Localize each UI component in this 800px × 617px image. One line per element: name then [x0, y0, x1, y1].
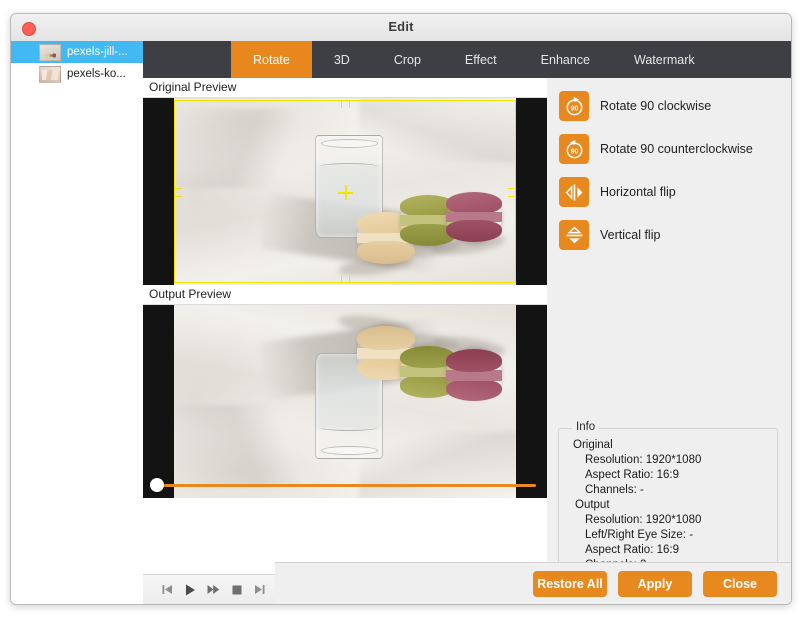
skip-previous-icon — [162, 585, 172, 594]
tab-rotate[interactable]: Rotate — [231, 41, 312, 78]
tab-crop[interactable]: Crop — [372, 41, 443, 78]
tool-label: Horizontal flip — [600, 185, 676, 199]
tools-panel: 90 Rotate 90 clockwise 90 Rotate 90 coun… — [547, 78, 791, 604]
stop-icon — [232, 585, 241, 594]
list-item-file-0[interactable]: pexels-jill-... — [11, 41, 143, 63]
main-panel: Rotate 3D Crop Effect Enhance Watermark … — [143, 41, 791, 604]
restore-all-button[interactable]: Restore All — [533, 570, 607, 597]
play-button[interactable] — [179, 575, 202, 604]
svg-text:90: 90 — [570, 148, 578, 155]
tab-3d[interactable]: 3D — [312, 41, 372, 78]
output-preview-label: Output Preview — [143, 285, 547, 305]
footer-bar: Restore All Apply Close — [275, 562, 791, 604]
tool-label: Rotate 90 counterclockwise — [600, 142, 753, 156]
tool-label: Vertical flip — [600, 228, 661, 242]
file-list-sidebar: pexels-jill-... pexels-ko... — [11, 41, 144, 604]
tab-bar: Rotate 3D Crop Effect Enhance Watermark — [143, 41, 791, 78]
tab-label: Watermark — [634, 52, 695, 67]
title-bar: Edit — [11, 14, 791, 42]
info-output-resolution: Resolution: 1920*1080 — [585, 514, 702, 526]
file-name-label: pexels-jill-... — [67, 46, 128, 58]
fast-forward-icon — [207, 585, 220, 594]
skip-next-button[interactable] — [248, 575, 271, 604]
tab-enhance[interactable]: Enhance — [519, 41, 612, 78]
original-preview-image — [174, 98, 516, 285]
info-output-aspect-ratio: Aspect Ratio: 16:9 — [585, 544, 679, 556]
info-output-heading: Output — [575, 499, 610, 511]
tab-effect[interactable]: Effect — [443, 41, 519, 78]
tab-label: 3D — [333, 52, 350, 67]
tab-label: Enhance — [540, 52, 591, 67]
info-original-channels: Channels: - — [585, 484, 644, 496]
tab-label: Crop — [393, 52, 421, 67]
rotate-90-counterclockwise-button[interactable]: 90 Rotate 90 counterclockwise — [559, 134, 791, 164]
play-icon — [186, 584, 195, 595]
tab-label: Effect — [464, 52, 497, 67]
original-preview-stage[interactable] — [143, 98, 547, 285]
rotate-tool-list: 90 Rotate 90 clockwise 90 Rotate 90 coun… — [547, 78, 791, 250]
close-footer-button[interactable]: Close — [703, 570, 777, 597]
file-name-label: pexels-ko... — [67, 68, 126, 80]
info-original-resolution: Resolution: 1920*1080 — [585, 454, 702, 466]
apply-button[interactable]: Apply — [618, 570, 692, 597]
rotate-cw-90-icon: 90 — [559, 91, 589, 121]
edit-window: Edit pexels-jill-... pexels-ko... Rotate… — [10, 13, 792, 605]
seek-track — [154, 484, 536, 487]
skip-previous-button[interactable] — [156, 575, 179, 604]
file-thumbnail-icon — [39, 65, 61, 83]
seek-thumb[interactable] — [150, 478, 164, 492]
window-title: Edit — [388, 19, 414, 34]
rotate-90-clockwise-button[interactable]: 90 Rotate 90 clockwise — [559, 91, 791, 121]
tab-bar-spacer — [143, 41, 231, 78]
tab-watermark[interactable]: Watermark — [612, 41, 717, 78]
info-legend: Info — [572, 421, 600, 433]
skip-next-icon — [255, 585, 265, 594]
vertical-flip-icon — [559, 220, 589, 250]
info-output-eye-size: Left/Right Eye Size: - — [585, 529, 694, 541]
window-body: pexels-jill-... pexels-ko... Rotate 3D C… — [11, 41, 791, 604]
horizontal-flip-button[interactable]: Horizontal flip — [559, 177, 791, 207]
seek-slider[interactable] — [143, 478, 547, 492]
file-thumbnail-icon — [39, 43, 61, 61]
horizontal-flip-icon — [559, 177, 589, 207]
list-item-file-1[interactable]: pexels-ko... — [11, 63, 143, 85]
tab-label: Rotate — [253, 52, 290, 67]
info-original-heading: Original — [573, 439, 613, 451]
rotate-ccw-90-icon: 90 — [559, 134, 589, 164]
original-preview-label: Original Preview — [143, 78, 547, 98]
info-original-aspect-ratio: Aspect Ratio: 16:9 — [585, 469, 679, 481]
output-preview-stage[interactable] — [143, 305, 547, 498]
output-preview-image — [174, 305, 516, 498]
stop-button[interactable] — [225, 575, 248, 604]
preview-column: Original Preview Output Preview — [143, 78, 548, 604]
vertical-flip-button[interactable]: Vertical flip — [559, 220, 791, 250]
fast-forward-button[interactable] — [202, 575, 225, 604]
info-box: Info Original Resolution: 1920*1080 Aspe… — [558, 421, 778, 582]
svg-text:90: 90 — [570, 105, 578, 112]
tool-label: Rotate 90 clockwise — [600, 99, 712, 113]
